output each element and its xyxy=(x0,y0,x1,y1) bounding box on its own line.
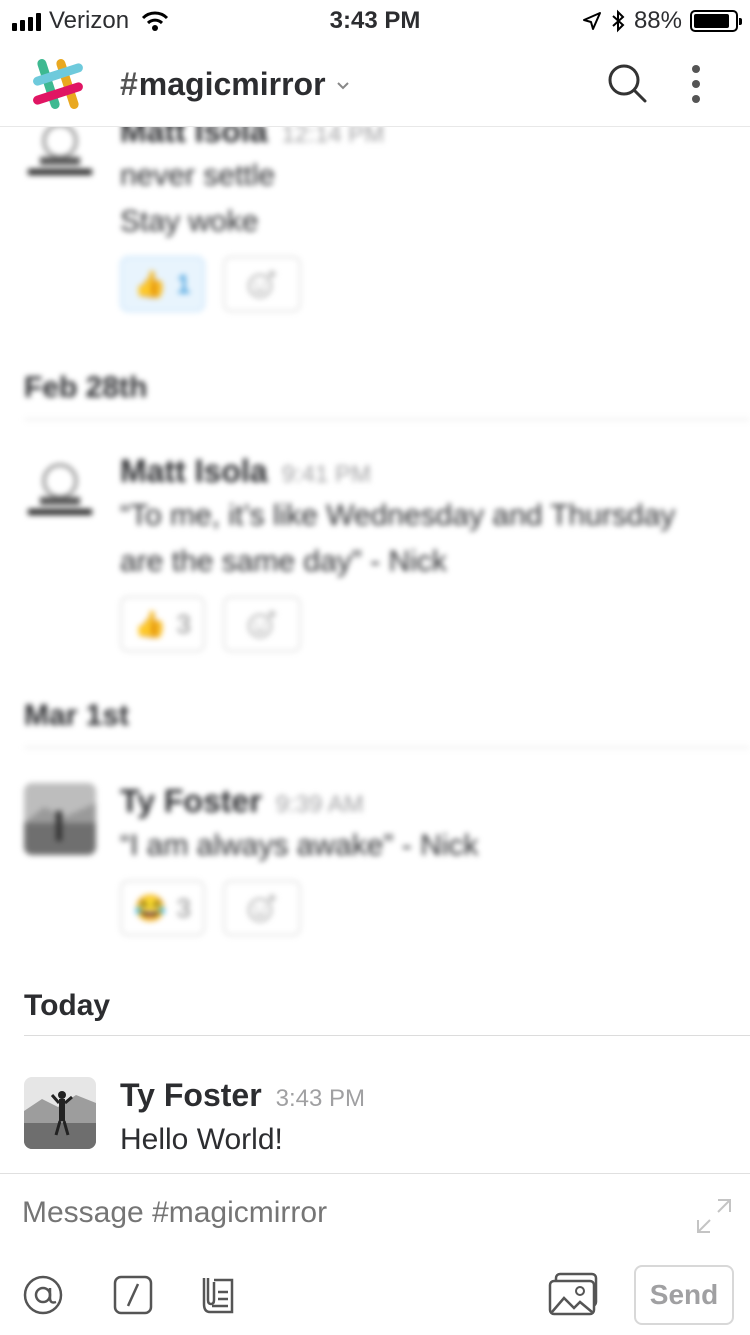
day-label: Today xyxy=(24,989,111,1022)
day-divider: Feb 28th xyxy=(24,371,750,420)
message-time: 9:39 AM xyxy=(275,791,364,818)
status-right: 88% xyxy=(582,7,742,35)
reactions: 😂 3 xyxy=(120,880,744,936)
joy-emoji: 😂 xyxy=(134,892,167,923)
add-reaction-button[interactable] xyxy=(222,880,301,936)
reactions: 👍 3 xyxy=(120,596,744,652)
attachment-icon[interactable] xyxy=(198,1274,240,1316)
slash-command-icon[interactable] xyxy=(112,1274,154,1316)
battery-percent: 88% xyxy=(633,7,682,34)
reaction-count: 3 xyxy=(176,892,191,923)
message-author[interactable]: Matt Isola xyxy=(120,453,268,490)
status-bar: Verizon 3:43 PM 88% xyxy=(0,0,750,40)
photo-icon[interactable] xyxy=(548,1272,600,1316)
chevron-down-icon xyxy=(336,81,349,89)
avatar[interactable] xyxy=(24,453,96,525)
channel-hash: # xyxy=(120,66,138,102)
avatar[interactable] xyxy=(24,1077,96,1149)
message-author[interactable]: Matt Isola xyxy=(120,127,268,150)
send-button[interactable]: Send xyxy=(634,1265,734,1325)
reaction-thumbsup[interactable]: 👍 3 xyxy=(120,596,205,652)
message-text: “I am always awake” - Nick xyxy=(120,829,479,862)
more-options-icon[interactable] xyxy=(684,64,708,104)
message-text: are the same day” - Nick xyxy=(120,545,447,578)
reactions: 👍 1 xyxy=(120,256,744,312)
bluetooth-icon xyxy=(612,9,625,33)
add-reaction-icon xyxy=(247,610,276,638)
day-divider: Mar 1st xyxy=(24,699,750,748)
reaction-count: 1 xyxy=(176,268,191,299)
message-text: Stay woke xyxy=(120,205,259,238)
avatar[interactable] xyxy=(24,783,96,855)
reaction-thumbsup[interactable]: 👍 1 xyxy=(120,256,205,312)
channel-switcher[interactable]: # magicmirror xyxy=(120,66,350,103)
channel-name: magicmirror xyxy=(138,66,326,102)
message-time: 3:43 PM xyxy=(275,1085,366,1112)
day-label: Mar 1st xyxy=(24,699,130,732)
thumbs-up-emoji: 👍 xyxy=(134,268,167,299)
day-divider-today: Today xyxy=(24,989,750,1036)
default-avatar-icon xyxy=(24,127,96,185)
default-avatar-icon xyxy=(24,453,96,525)
slack-logo-icon[interactable] xyxy=(30,56,86,112)
message-author[interactable]: Ty Foster xyxy=(120,1077,262,1114)
add-reaction-button[interactable] xyxy=(222,256,301,312)
message-composer: Send xyxy=(0,1173,750,1335)
battery-icon xyxy=(690,10,742,32)
thumbs-up-emoji: 👍 xyxy=(134,608,167,639)
message-time: 9:41 PM xyxy=(281,461,371,488)
message-time: 12:14 PM xyxy=(281,127,385,148)
message-feed[interactable]: Matt Isola 12:14 PM never settle Stay wok… xyxy=(0,127,750,1173)
message-author[interactable]: Ty Foster xyxy=(120,783,262,820)
channel-header: # magicmirror xyxy=(0,40,750,127)
expand-icon[interactable] xyxy=(696,1198,732,1234)
add-reaction-icon xyxy=(247,894,276,922)
reaction-joy[interactable]: 😂 3 xyxy=(120,880,205,936)
photo-avatar-icon xyxy=(24,1077,96,1149)
message-input[interactable] xyxy=(22,1196,662,1230)
add-reaction-icon xyxy=(247,270,276,298)
message-text: Hello World! xyxy=(120,1123,283,1156)
add-reaction-button[interactable] xyxy=(222,596,301,652)
message-text: never settle xyxy=(120,159,276,192)
day-label: Feb 28th xyxy=(24,371,148,404)
avatar[interactable] xyxy=(24,127,96,185)
mention-icon[interactable] xyxy=(22,1274,64,1316)
location-arrow-icon xyxy=(582,12,601,30)
message-text: “To me, it’s like Wednesday and Thursday xyxy=(120,499,676,532)
reaction-count: 3 xyxy=(176,608,191,639)
photo-avatar-icon xyxy=(24,783,96,855)
search-icon[interactable] xyxy=(606,62,648,104)
